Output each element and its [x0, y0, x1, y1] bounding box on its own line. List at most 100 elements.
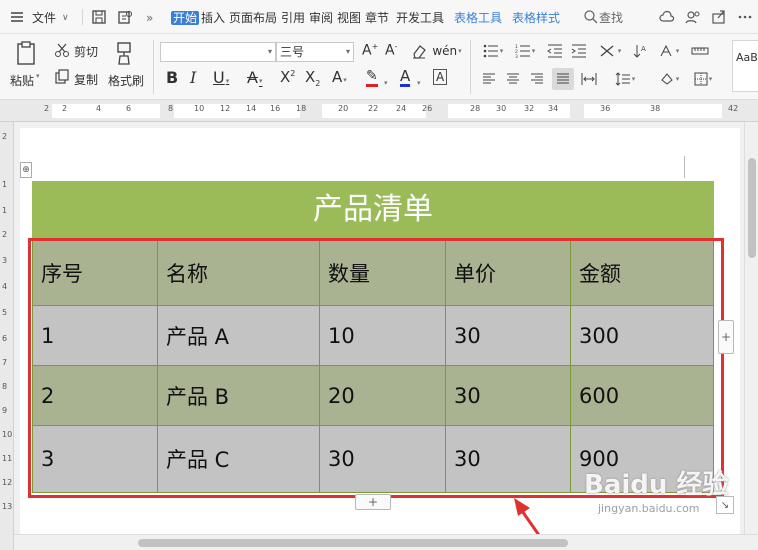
sort-icon[interactable]: A: [632, 42, 650, 60]
font-size-combo[interactable]: 三号 ▾: [276, 42, 354, 62]
borders-icon[interactable]: ▾: [690, 70, 716, 88]
character-border-icon[interactable]: A: [433, 69, 448, 85]
copy-icon[interactable]: [53, 69, 71, 85]
superscript-icon[interactable]: X2: [280, 68, 295, 86]
decrease-indent-icon[interactable]: [546, 42, 564, 60]
more-icon[interactable]: »: [146, 9, 153, 27]
format-painter-button[interactable]: 格式刷: [108, 72, 144, 89]
phonetic-guide-icon[interactable]: wén ▾: [432, 42, 461, 60]
table-header-cell[interactable]: 名称: [157, 239, 320, 306]
align-left-icon[interactable]: [480, 70, 498, 88]
style-gallery[interactable]: AaB: [732, 40, 758, 92]
highlight-color-icon[interactable]: ✎: [366, 68, 378, 87]
align-center-icon[interactable]: [504, 70, 522, 88]
tab-home[interactable]: 开始: [171, 9, 200, 27]
bullet-list-icon[interactable]: ▾: [480, 42, 506, 60]
horizontal-scrollbar[interactable]: [14, 534, 758, 550]
cloud-sync-icon[interactable]: [658, 8, 676, 26]
chevron-down-icon[interactable]: ▾: [383, 74, 388, 88]
subscript-icon[interactable]: X2: [305, 68, 320, 88]
justify-icon[interactable]: [552, 68, 574, 90]
table-cell[interactable]: 10: [319, 305, 446, 366]
font-family-combo[interactable]: ▾: [160, 42, 276, 62]
vertical-ruler[interactable]: 2 1 1 2 3 4 5 6 7 8 9 10 11 12 13: [0, 122, 14, 550]
hamburger-menu-icon[interactable]: [8, 8, 26, 26]
collaboration-icon[interactable]: [684, 8, 702, 26]
more-options-icon[interactable]: [736, 8, 754, 26]
print-preview-icon[interactable]: [116, 8, 134, 26]
table-cell[interactable]: 300: [570, 305, 714, 366]
table-move-handle-icon[interactable]: ⊕: [20, 162, 32, 178]
table-header-cell[interactable]: 单价: [445, 239, 571, 306]
table-cell[interactable]: 30: [445, 305, 571, 366]
watermark-url: jingyan.baidu.com: [598, 502, 700, 515]
table-cell[interactable]: 30: [445, 425, 571, 493]
chevron-down-icon[interactable]: ∨: [62, 9, 69, 27]
chevron-down-icon[interactable]: ▾: [36, 72, 40, 80]
scissors-icon[interactable]: [53, 42, 71, 58]
increase-font-icon[interactable]: A+: [362, 42, 378, 59]
horizontal-ruler[interactable]: 2 2 4 6 8 10 12 14 16 18 20 22 24 26 28 …: [0, 100, 758, 122]
table-header-cell[interactable]: 金额: [570, 239, 714, 306]
numbered-list-icon[interactable]: 1 2 3 ▾: [512, 42, 538, 60]
table-title-cell[interactable]: 产品清单: [32, 181, 714, 239]
tab-page-layout[interactable]: 页面布局: [229, 9, 277, 27]
save-icon[interactable]: [90, 8, 108, 26]
table-cell[interactable]: 2: [32, 365, 158, 426]
cut-button[interactable]: 剪切: [74, 43, 98, 60]
tab-table-tools[interactable]: 表格工具: [454, 9, 502, 27]
table-header-cell[interactable]: 序号: [32, 239, 158, 306]
add-column-button[interactable]: +: [718, 320, 734, 354]
ruler-number: 1: [2, 206, 8, 215]
table-cell[interactable]: 30: [445, 365, 571, 426]
scrollbar-thumb[interactable]: [138, 539, 568, 547]
distributed-align-icon[interactable]: [580, 70, 598, 88]
product-table[interactable]: 序号 名称 数量 单价 金额 1 产品 A 10 30 300 2 产品 B 2…: [32, 239, 714, 493]
increase-indent-icon[interactable]: [570, 42, 588, 60]
table-cell[interactable]: 20: [319, 365, 446, 426]
tab-developer[interactable]: 开发工具: [396, 9, 444, 27]
decrease-font-icon[interactable]: A-: [385, 42, 397, 59]
copy-button[interactable]: 复制: [74, 71, 98, 88]
text-effect-icon[interactable]: A▾: [332, 68, 347, 86]
scrollbar-thumb[interactable]: [748, 158, 756, 258]
paste-icon[interactable]: [12, 40, 40, 66]
chevron-down-icon[interactable]: ▾: [416, 74, 421, 88]
share-icon[interactable]: [710, 8, 728, 26]
tab-insert[interactable]: 插入: [201, 9, 225, 27]
italic-icon[interactable]: I: [190, 68, 196, 87]
underline-icon[interactable]: U▾: [213, 68, 229, 87]
tab-table-style[interactable]: 表格样式: [512, 9, 560, 27]
paste-button[interactable]: 粘贴: [10, 72, 34, 89]
add-row-button[interactable]: +: [355, 494, 391, 510]
table-cell[interactable]: 产品 C: [157, 425, 320, 493]
strikethrough-icon[interactable]: A▾: [247, 68, 262, 87]
ruler-number: 20: [338, 104, 349, 113]
table-cell[interactable]: 1: [32, 305, 158, 366]
vertical-scrollbar[interactable]: [744, 122, 758, 534]
tab-view[interactable]: 视图: [337, 9, 361, 27]
table-cell[interactable]: 30: [319, 425, 446, 493]
table-cell[interactable]: 产品 A: [157, 305, 320, 366]
table-header-cell[interactable]: 数量: [319, 239, 446, 306]
divider: [82, 9, 83, 25]
chinese-layout-icon[interactable]: ▾: [596, 42, 624, 60]
align-right-icon[interactable]: [528, 70, 546, 88]
search-icon[interactable]: [582, 8, 600, 26]
tab-references[interactable]: 引用: [281, 9, 305, 27]
table-cell[interactable]: 产品 B: [157, 365, 320, 426]
font-color-icon[interactable]: A: [400, 68, 411, 87]
bold-icon[interactable]: B: [166, 68, 178, 87]
clear-format-icon[interactable]: [410, 42, 428, 60]
tab-chapter[interactable]: 章节: [365, 9, 389, 27]
format-painter-icon[interactable]: [113, 40, 135, 66]
table-grid-ruler-icon[interactable]: [690, 42, 710, 60]
search-label[interactable]: 查找: [599, 9, 623, 27]
file-menu[interactable]: 文件: [32, 9, 56, 27]
shading-icon[interactable]: ▾: [656, 70, 682, 88]
table-cell[interactable]: 600: [570, 365, 714, 426]
show-hide-marks-icon[interactable]: ▾: [656, 42, 682, 60]
tab-review[interactable]: 审阅: [309, 9, 333, 27]
table-cell[interactable]: 3: [32, 425, 158, 493]
line-spacing-icon[interactable]: ▾: [612, 70, 638, 88]
